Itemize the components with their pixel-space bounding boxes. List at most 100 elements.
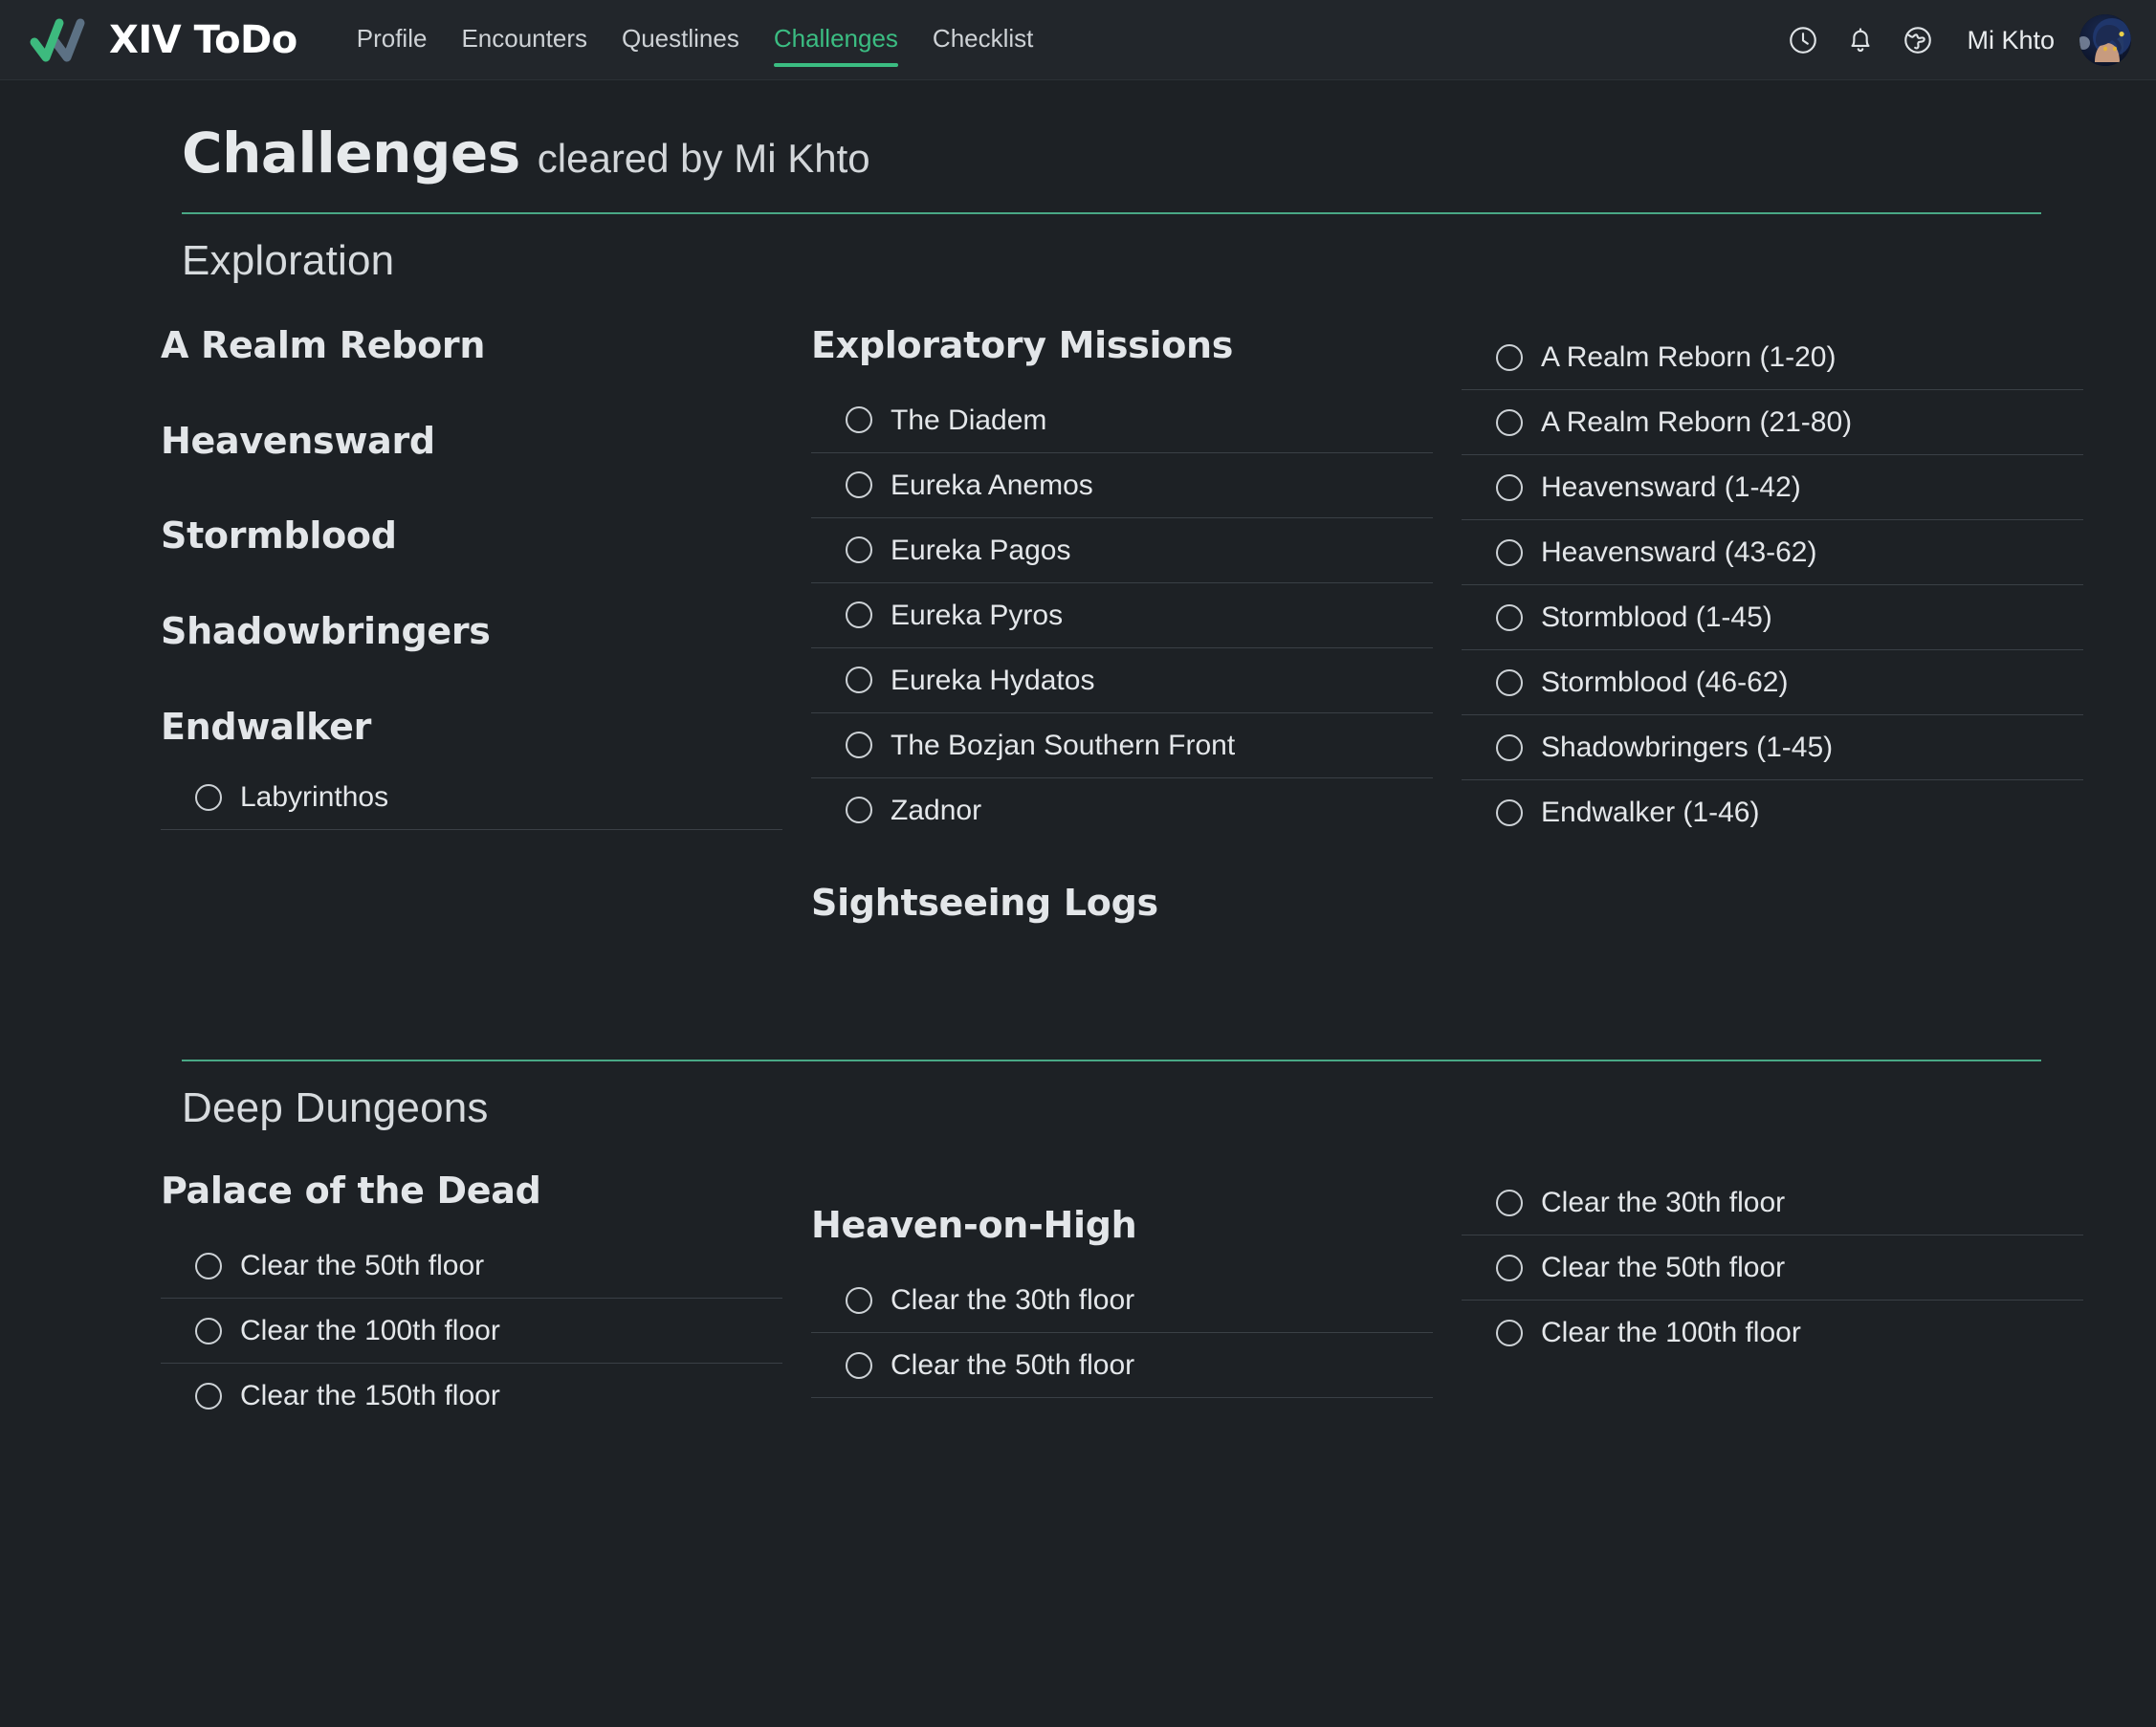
- list-item-label: Heavensward (43-62): [1541, 536, 1817, 568]
- list-item[interactable]: Stormblood (1-45): [1462, 585, 2083, 650]
- checkbox-ring-icon[interactable]: [846, 601, 872, 629]
- checkbox-ring-icon[interactable]: [195, 1252, 222, 1279]
- checkbox-ring-icon[interactable]: [846, 1286, 872, 1314]
- list-item-label: The Bozjan Southern Front: [891, 729, 1236, 761]
- checkbox-ring-icon[interactable]: [195, 1382, 222, 1410]
- list-item-label: Heavensward (1-42): [1541, 471, 1801, 503]
- list-item-label: Labyrinthos: [240, 781, 389, 814]
- list-item-label: Zadnor: [891, 794, 982, 826]
- list-item[interactable]: Heavensward (43-62): [1462, 520, 2083, 585]
- checkbox-ring-icon[interactable]: [195, 783, 222, 811]
- list-item[interactable]: Clear the 50th floor: [1462, 1235, 2083, 1301]
- list-item-label: The Diadem: [891, 404, 1047, 436]
- list-item[interactable]: Endwalker (1-46): [1462, 780, 2083, 844]
- checkbox-ring-icon[interactable]: [1496, 733, 1523, 761]
- list-item[interactable]: Eureka Hydatos: [811, 648, 1433, 713]
- list-item[interactable]: Eureka Pyros: [811, 583, 1433, 648]
- list-item-label: Eureka Pyros: [891, 599, 1064, 631]
- nav-link-questlines[interactable]: Questlines: [622, 24, 739, 56]
- exploratory-missions-list: The Diadem Eureka Anemos Eureka Pagos Eu…: [811, 388, 1433, 842]
- list-item[interactable]: A Realm Reborn (1-20): [1462, 325, 2083, 390]
- checkbox-ring-icon[interactable]: [1496, 668, 1523, 696]
- list-item[interactable]: Clear the 30th floor: [811, 1268, 1433, 1334]
- nav-link-encounters[interactable]: Encounters: [461, 24, 587, 56]
- list-item-label: Clear the 150th floor: [240, 1380, 500, 1412]
- list-item[interactable]: The Diadem: [811, 388, 1433, 453]
- list-item[interactable]: Clear the 50th floor: [161, 1234, 782, 1300]
- page-body: Challenges cleared by Mi Khto Exploratio…: [0, 125, 2156, 1428]
- nav-link-checklist[interactable]: Checklist: [933, 24, 1033, 56]
- globe-icon[interactable]: [1902, 24, 1934, 56]
- list-item[interactable]: Stormblood (46-62): [1462, 650, 2083, 715]
- checkbox-ring-icon[interactable]: [846, 1351, 872, 1379]
- checkbox-ring-icon[interactable]: [846, 667, 872, 694]
- exploration-left-column: A Realm Reborn Heavensward Stormblood Sh…: [161, 324, 782, 831]
- list-item-label: A Realm Reborn (1-20): [1541, 341, 1837, 373]
- page-header: Challenges cleared by Mi Khto: [0, 125, 2156, 181]
- list-item[interactable]: Clear the 30th floor: [1462, 1170, 2083, 1236]
- checkbox-ring-icon[interactable]: [1496, 1319, 1523, 1346]
- nav-link-challenges[interactable]: Challenges: [773, 24, 899, 67]
- group-title-a-realm-reborn: A Realm Reborn: [161, 324, 486, 366]
- checkbox-ring-icon[interactable]: [195, 1317, 222, 1344]
- list-item[interactable]: Eureka Pagos: [811, 518, 1433, 583]
- list-item-label: Stormblood (1-45): [1541, 601, 1772, 633]
- checkbox-ring-icon[interactable]: [1496, 473, 1523, 501]
- list-item-label: Clear the 100th floor: [1541, 1317, 1801, 1349]
- list-item[interactable]: Zadnor: [811, 778, 1433, 842]
- deep-dungeons-left-column: Palace of the Dead Clear the 50th floor …: [161, 1170, 782, 1428]
- page-subtitle: cleared by Mi Khto: [537, 136, 870, 181]
- group-title-stormblood: Stormblood: [161, 514, 397, 557]
- double-check-icon: [21, 15, 94, 65]
- list-item-label: Eureka Hydatos: [891, 664, 1095, 696]
- list-item-label: Stormblood (46-62): [1541, 667, 1789, 698]
- checkbox-ring-icon[interactable]: [1496, 1254, 1523, 1281]
- checkbox-ring-icon[interactable]: [846, 471, 872, 499]
- checkbox-ring-icon[interactable]: [1496, 603, 1523, 631]
- list-item[interactable]: Eureka Anemos: [811, 453, 1433, 518]
- section-divider-exploration: [182, 212, 2041, 214]
- checkbox-ring-icon[interactable]: [846, 732, 872, 759]
- exploration-columns: A Realm Reborn Heavensward Stormblood Sh…: [0, 324, 2156, 924]
- brand[interactable]: XIV ToDo: [21, 15, 297, 65]
- section-label-deep-dungeons: Deep Dungeons: [182, 1084, 489, 1132]
- list-item[interactable]: Clear the 150th floor: [161, 1364, 782, 1428]
- list-item[interactable]: Clear the 100th floor: [1462, 1301, 2083, 1365]
- group-title-endwalker: Endwalker: [161, 705, 372, 748]
- list-item[interactable]: A Realm Reborn (21-80): [1462, 390, 2083, 455]
- checkbox-ring-icon[interactable]: [846, 797, 872, 824]
- list-item[interactable]: The Bozjan Southern Front: [811, 713, 1433, 778]
- checkbox-ring-icon[interactable]: [1496, 1189, 1523, 1216]
- nav-link-profile[interactable]: Profile: [357, 24, 428, 56]
- list-item[interactable]: Clear the 100th floor: [161, 1299, 782, 1365]
- list-item-label: Clear the 30th floor: [1541, 1187, 1786, 1219]
- group-title-exploratory-missions: Exploratory Missions: [811, 324, 1234, 366]
- list-item-label: Eureka Anemos: [891, 469, 1093, 501]
- section-divider-deep-dungeons: [182, 1060, 2041, 1062]
- deep-dungeons-right-column: Clear the 30th floor Clear the 50th floo…: [1462, 1170, 2083, 1365]
- bell-icon[interactable]: [1844, 24, 1877, 56]
- group-title-heaven-on-high: Heaven-on-High: [811, 1204, 1137, 1247]
- list-item-label: Endwalker (1-46): [1541, 797, 1760, 828]
- deep-dungeons-columns: Palace of the Dead Clear the 50th floor …: [0, 1170, 2156, 1428]
- nav-links: Profile Encounters Questlines Challenges…: [357, 24, 1033, 67]
- avatar[interactable]: [2079, 14, 2131, 66]
- checkbox-ring-icon[interactable]: [1496, 343, 1523, 371]
- clock-icon[interactable]: [1787, 24, 1819, 56]
- list-item[interactable]: Clear the 50th floor: [811, 1333, 1433, 1399]
- exploration-middle-column: Exploratory Missions The Diadem Eureka A…: [811, 324, 1433, 924]
- nav-user-name[interactable]: Mi Khto: [1967, 26, 2055, 55]
- checkbox-ring-icon[interactable]: [846, 536, 872, 564]
- list-item[interactable]: Labyrinthos: [161, 765, 782, 831]
- endwalker-check-list: Labyrinthos: [161, 765, 782, 831]
- list-item-label: Clear the 30th floor: [891, 1284, 1135, 1317]
- list-item-label: Clear the 50th floor: [1541, 1252, 1786, 1284]
- list-item[interactable]: Heavensward (1-42): [1462, 455, 2083, 520]
- section-label-exploration: Exploration: [182, 237, 395, 284]
- list-item-label: Clear the 50th floor: [240, 1250, 485, 1282]
- checkbox-ring-icon[interactable]: [1496, 408, 1523, 436]
- list-item[interactable]: Shadowbringers (1-45): [1462, 715, 2083, 780]
- checkbox-ring-icon[interactable]: [1496, 798, 1523, 826]
- checkbox-ring-icon[interactable]: [846, 406, 872, 434]
- checkbox-ring-icon[interactable]: [1496, 538, 1523, 566]
